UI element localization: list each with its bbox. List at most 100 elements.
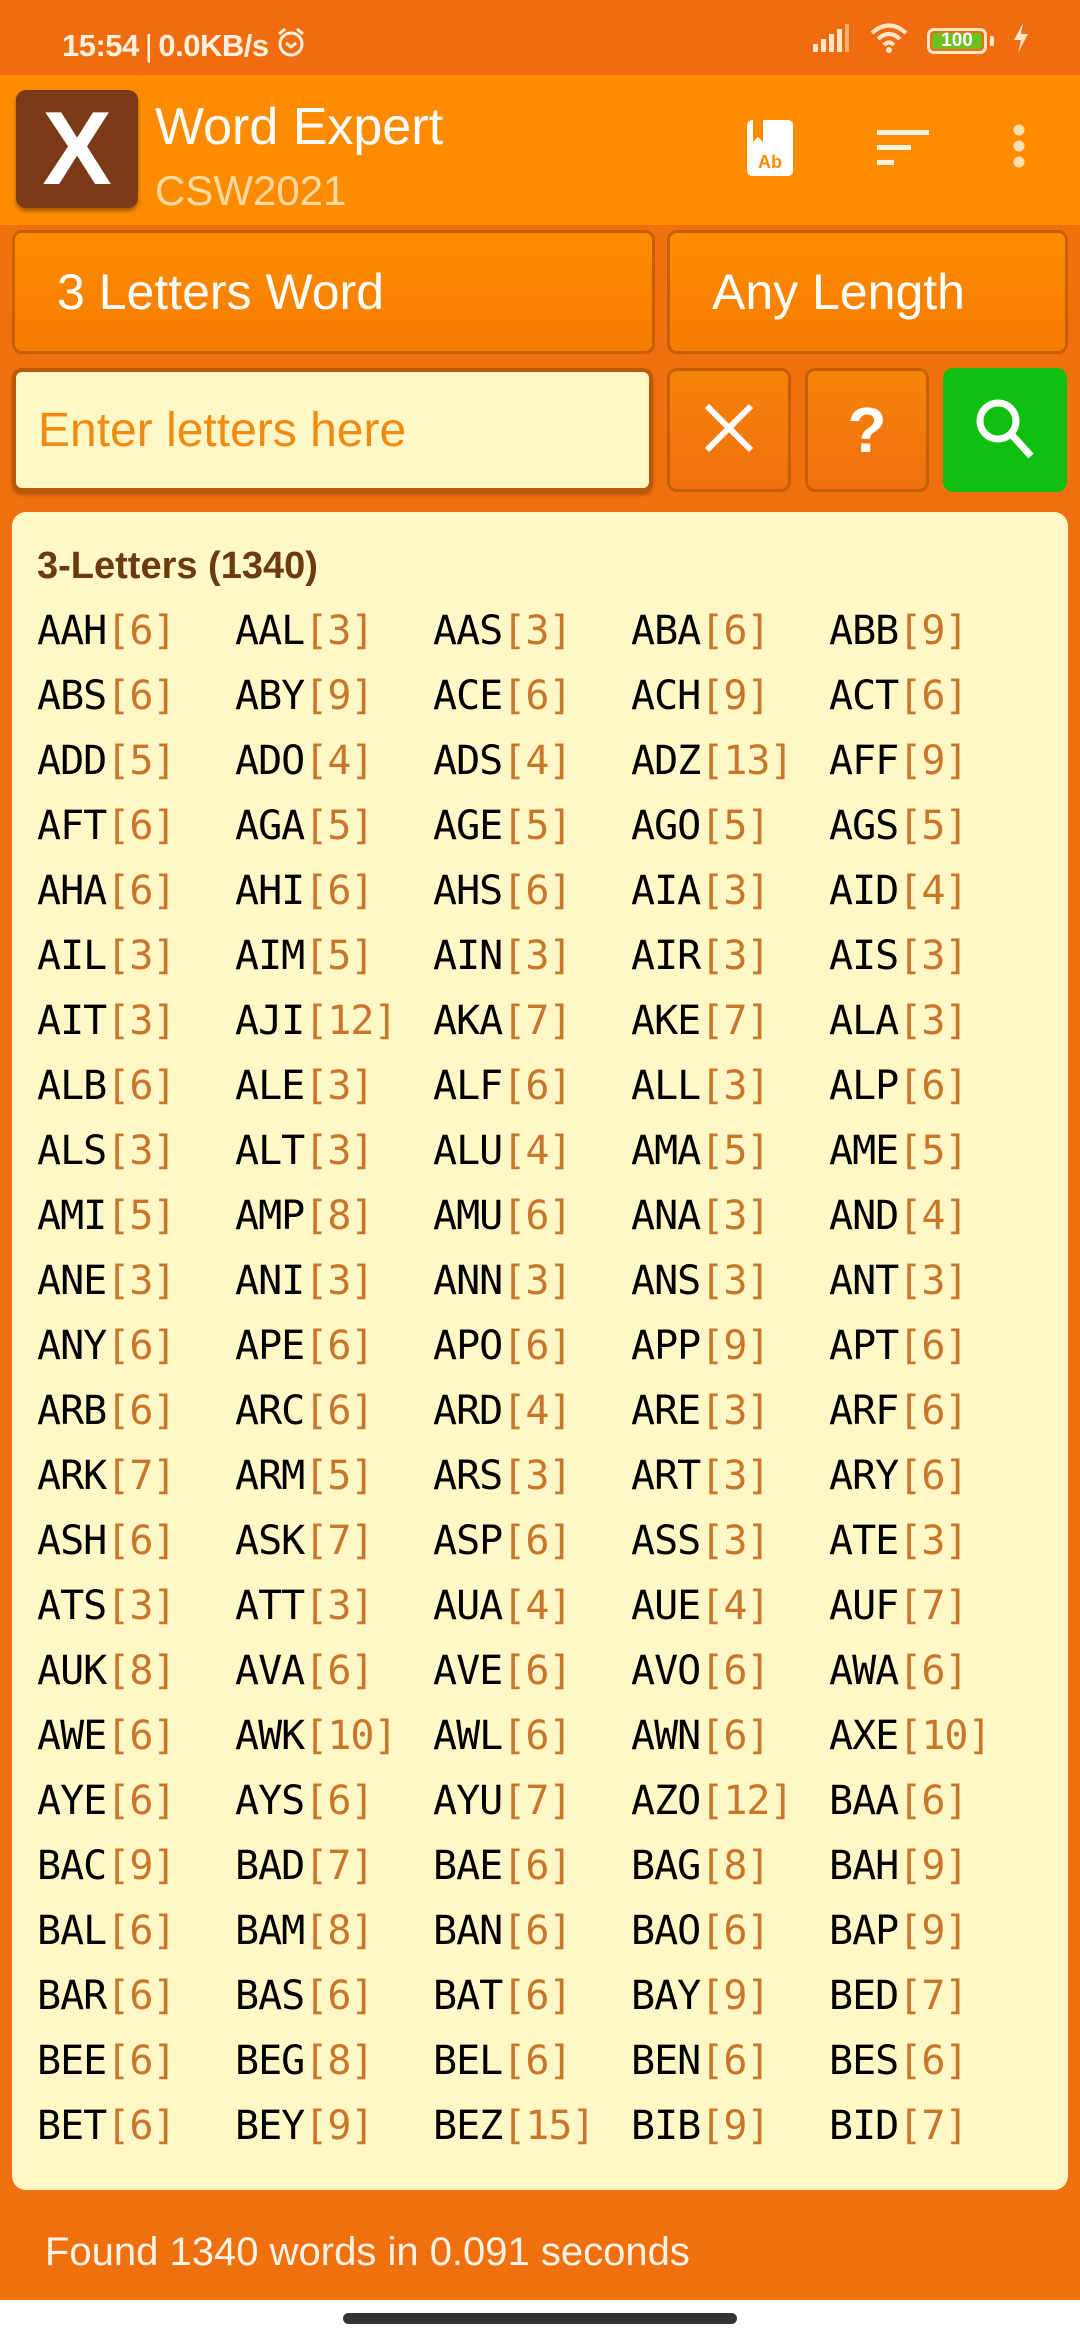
word-item[interactable]: AGS[5] [829,803,1027,849]
word-item[interactable]: BED[7] [829,1973,1027,2019]
more-options-button[interactable] [979,110,1059,190]
word-item[interactable]: ADO[4] [235,738,433,784]
word-item[interactable]: ARY[6] [829,1453,1027,1499]
word-item[interactable]: AYU[7] [433,1778,631,1824]
word-type-select[interactable]: 3 Letters Word [12,230,655,354]
word-item[interactable]: BAD[7] [235,1843,433,1889]
word-item[interactable]: ABA[6] [631,608,829,654]
word-item[interactable]: AKE[7] [631,998,829,1044]
word-item[interactable]: BAG[8] [631,1843,829,1889]
word-item[interactable]: BEY[9] [235,2103,433,2149]
word-item[interactable]: BES[6] [829,2038,1027,2084]
word-item[interactable]: ALB[6] [37,1063,235,1109]
word-item[interactable]: ALF[6] [433,1063,631,1109]
letters-input[interactable] [36,401,649,459]
word-item[interactable]: ANE[3] [37,1258,235,1304]
word-item[interactable]: AJI[12] [235,998,433,1044]
word-item[interactable]: ANY[6] [37,1323,235,1369]
length-select[interactable]: Any Length [667,230,1068,354]
word-item[interactable]: ASP[6] [433,1518,631,1564]
word-item[interactable]: BAC[9] [37,1843,235,1889]
word-item[interactable]: AUE[4] [631,1583,829,1629]
word-item[interactable]: AWK[10] [235,1713,433,1759]
word-item[interactable]: BEE[6] [37,2038,235,2084]
word-item[interactable]: AAS[3] [433,608,631,654]
word-item[interactable]: ARK[7] [37,1453,235,1499]
word-item[interactable]: BAL[6] [37,1908,235,1954]
word-item[interactable]: AFT[6] [37,803,235,849]
word-item[interactable]: BEL[6] [433,2038,631,2084]
word-item[interactable]: ARS[3] [433,1453,631,1499]
word-item[interactable]: ALL[3] [631,1063,829,1109]
word-item[interactable]: AYS[6] [235,1778,433,1824]
word-item[interactable]: ALP[6] [829,1063,1027,1109]
word-item[interactable]: AUF[7] [829,1583,1027,1629]
word-item[interactable]: ANS[3] [631,1258,829,1304]
word-item[interactable]: BAM[8] [235,1908,433,1954]
word-item[interactable]: ATS[3] [37,1583,235,1629]
word-item[interactable]: ABS[6] [37,673,235,719]
dictionary-button[interactable]: Ab [730,110,810,190]
word-item[interactable]: AWE[6] [37,1713,235,1759]
word-item[interactable]: AHI[6] [235,868,433,914]
word-item[interactable]: APO[6] [433,1323,631,1369]
word-item[interactable]: ALA[3] [829,998,1027,1044]
word-item[interactable]: ACE[6] [433,673,631,719]
word-item[interactable]: AVA[6] [235,1648,433,1694]
word-item[interactable]: ACT[6] [829,673,1027,719]
word-item[interactable]: BAY[9] [631,1973,829,2019]
word-item[interactable]: ABB[9] [829,608,1027,654]
word-item[interactable]: ALU[4] [433,1128,631,1174]
word-item[interactable]: ALS[3] [37,1128,235,1174]
word-item[interactable]: ANA[3] [631,1193,829,1239]
word-item[interactable]: AIR[3] [631,933,829,979]
word-item[interactable]: AXE[10] [829,1713,1027,1759]
word-item[interactable]: AVE[6] [433,1648,631,1694]
word-item[interactable]: ALT[3] [235,1128,433,1174]
word-item[interactable]: AVO[6] [631,1648,829,1694]
word-item[interactable]: AHA[6] [37,868,235,914]
word-item[interactable]: BEN[6] [631,2038,829,2084]
sort-button[interactable] [863,110,943,190]
word-item[interactable]: AGO[5] [631,803,829,849]
word-item[interactable]: AUA[4] [433,1583,631,1629]
word-item[interactable]: AMA[5] [631,1128,829,1174]
word-item[interactable]: AIM[5] [235,933,433,979]
word-item[interactable]: AIN[3] [433,933,631,979]
word-item[interactable]: ACH[9] [631,673,829,719]
word-item[interactable]: ABY[9] [235,673,433,719]
word-item[interactable]: BID[7] [829,2103,1027,2149]
word-item[interactable]: AIS[3] [829,933,1027,979]
word-item[interactable]: ARC[6] [235,1388,433,1434]
word-item[interactable]: AMI[5] [37,1193,235,1239]
word-item[interactable]: AME[5] [829,1128,1027,1174]
word-item[interactable]: BAR[6] [37,1973,235,2019]
word-item[interactable]: BAE[6] [433,1843,631,1889]
word-item[interactable]: AAH[6] [37,608,235,654]
word-item[interactable]: ARF[6] [829,1388,1027,1434]
word-item[interactable]: ASK[7] [235,1518,433,1564]
clear-button[interactable] [667,368,791,492]
word-item[interactable]: BET[6] [37,2103,235,2149]
word-item[interactable]: ASS[3] [631,1518,829,1564]
word-item[interactable]: ANT[3] [829,1258,1027,1304]
word-grid[interactable]: AAH[6] AAL[3] AAS[3] ABA[6] ABB[9] ABS[6] ABY[… [37,598,1047,2151]
search-button[interactable] [943,368,1067,492]
word-item[interactable]: AGA[5] [235,803,433,849]
word-item[interactable]: AGE[5] [433,803,631,849]
word-item[interactable]: BEG[8] [235,2038,433,2084]
word-item[interactable]: AIL[3] [37,933,235,979]
word-item[interactable]: AID[4] [829,868,1027,914]
word-item[interactable]: BAA[6] [829,1778,1027,1824]
word-item[interactable]: ASH[6] [37,1518,235,1564]
word-item[interactable]: AAL[3] [235,608,433,654]
word-item[interactable]: BAN[6] [433,1908,631,1954]
word-item[interactable]: AND[4] [829,1193,1027,1239]
word-item[interactable]: AMP[8] [235,1193,433,1239]
word-item[interactable]: ADD[5] [37,738,235,784]
word-item[interactable]: ALE[3] [235,1063,433,1109]
home-gesture-handle[interactable] [343,2313,737,2324]
word-item[interactable]: APP[9] [631,1323,829,1369]
word-item[interactable]: AZO[12] [631,1778,829,1824]
word-item[interactable]: AYE[6] [37,1778,235,1824]
